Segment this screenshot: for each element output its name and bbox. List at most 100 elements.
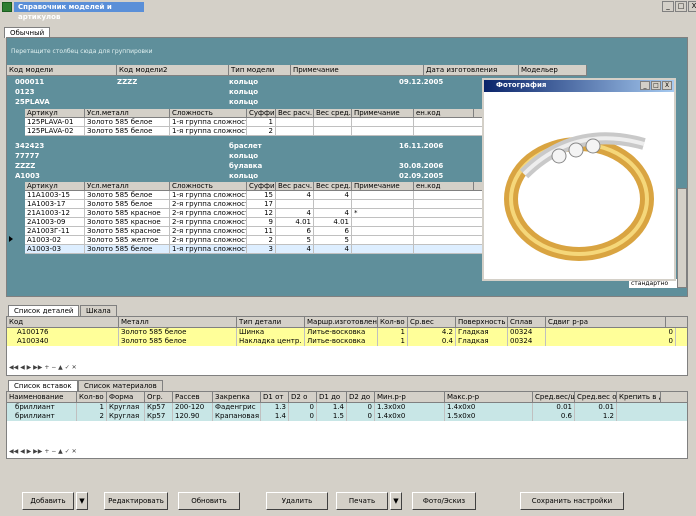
col-size-shift[interactable]: Сдвиг р-ра [546, 317, 666, 327]
tab-inserts-list[interactable]: Список вставок [8, 380, 78, 391]
sub-grid-1: Артикул Усл.металл Сложность Суффикс Вес… [25, 109, 485, 136]
row-indicator-icon [9, 236, 13, 242]
table-row[interactable]: бриллиант 2 Круглая Кр57 120.90 Крапановая 1.4… [7, 412, 687, 421]
save-settings-button[interactable]: Сохранить настройки [520, 492, 624, 510]
table-row[interactable]: A100176 Золото 585 белое Шинка Литье-восков… [7, 328, 687, 337]
group-row[interactable]: ZZZZ булавка 30.08.2006 [15, 161, 485, 171]
maximize-button[interactable]: □ [675, 1, 687, 12]
col-complexity[interactable]: Сложность [170, 182, 247, 190]
col-sub-note[interactable]: Примечание [352, 182, 414, 190]
print-dropdown-button[interactable]: ▼ [390, 492, 402, 510]
col-setting[interactable]: Закрепка [213, 392, 261, 402]
tab-details-list[interactable]: Список деталей [8, 305, 80, 316]
group-row[interactable]: 77777 кольцо [15, 151, 485, 161]
details-navigator[interactable]: ◀◀ ◀ ▶ ▶▶ + − ▲ ✓ ✕ [9, 364, 77, 371]
col-weight-avg[interactable]: Вес сред. [314, 109, 352, 117]
col-d1-to[interactable]: D1 до [317, 392, 347, 402]
col-model-code2[interactable]: Код модели2 [117, 65, 229, 75]
col-note[interactable]: Примечание [291, 65, 424, 75]
col-cut[interactable]: Огр. [145, 392, 173, 402]
col-suffix[interactable]: Суффикс [247, 182, 276, 190]
edit-button[interactable]: Редактировать [104, 492, 168, 510]
delete-button[interactable]: Удалить [266, 492, 328, 510]
col-qty[interactable]: Кол-во [378, 317, 408, 327]
photo-sketch-button[interactable]: Фото/Эскиз [412, 492, 476, 510]
photo-minimize-button[interactable]: _ [640, 81, 650, 90]
group-row[interactable]: 000011 ZZZZ кольцо 09.12.2005 [15, 77, 485, 87]
details-grid: Код Металл Тип детали Маршр.изготовления… [6, 316, 688, 376]
col-date[interactable]: Дата изготовления [424, 65, 519, 75]
col-d1-from[interactable]: D1 от [261, 392, 289, 402]
group-panel-hint: Перетащите столбец сюда для группировки [11, 48, 153, 55]
app-icon [2, 2, 12, 12]
window-title: Справочник моделей и артикулов [14, 2, 144, 21]
col-surface[interactable]: Поверхность [456, 317, 508, 327]
col-article[interactable]: Артикул [25, 182, 85, 190]
col-d2-from[interactable]: D2 о [289, 392, 317, 402]
table-row[interactable]: 2A1003Г-11 Золото 585 красное 2-я группа с… [25, 227, 485, 236]
table-row[interactable]: 2A1003-09 Золото 585 красное 2-я группа сл… [25, 218, 485, 227]
group-row[interactable]: 25PLAVA кольцо [15, 97, 485, 107]
col-complexity[interactable]: Сложность [170, 109, 247, 117]
col-avg-weight[interactable]: Ср.вес [408, 317, 456, 327]
col-article[interactable]: Артикул [25, 109, 85, 117]
close-button[interactable]: X [688, 1, 696, 12]
col-form[interactable]: Форма [107, 392, 145, 402]
photo-window[interactable]: Фотография _ □ X [482, 78, 676, 281]
col-metal[interactable]: Усл.металл [85, 109, 170, 117]
col-weight-calc[interactable]: Вес расч. [276, 109, 314, 117]
col-weight-avg[interactable]: Вес сред. [314, 182, 352, 190]
add-dropdown-button[interactable]: ▼ [76, 492, 88, 510]
group-row[interactable]: 342423 браслет 16.11.2006 [15, 141, 485, 151]
table-row[interactable]: A1003-03 Золото 585 белое 1-я группа сложн… [25, 245, 485, 254]
col-metal[interactable]: Металл [119, 317, 237, 327]
col-sieve[interactable]: Рассев [173, 392, 213, 402]
table-row[interactable]: 125PLAVA-02 Золото 585 белое 1-я группа сл… [25, 127, 485, 136]
col-alloy[interactable]: Сплав [508, 317, 546, 327]
photo-window-title: Фотография [496, 81, 547, 89]
table-row[interactable]: 125PLAVA-01 Золото 585 белое 1-я группа сл… [25, 118, 485, 127]
col-designer[interactable]: Модельер [519, 65, 587, 75]
col-metal[interactable]: Усл.металл [85, 182, 170, 190]
minimize-button[interactable]: _ [662, 1, 674, 12]
table-row[interactable]: A100340 Золото 585 белое Накладка центр. Ли… [7, 337, 687, 346]
col-unit-code[interactable]: ен.код [414, 109, 474, 117]
col-name[interactable]: Наименование [7, 392, 77, 402]
col-max-size[interactable]: Макс.р-р [445, 392, 533, 402]
group-row[interactable]: A1003 кольцо 02.09.2005 [15, 171, 485, 181]
photo-close-button[interactable]: X [662, 81, 672, 90]
col-unit-code[interactable]: ен.код [414, 182, 474, 190]
main-grid-header: Код модели Код модели2 Тип модели Примеч… [7, 65, 587, 76]
vertical-scrollbar[interactable] [677, 188, 687, 288]
inserts-navigator[interactable]: ◀◀ ◀ ▶ ▶▶ + − ▲ ✓ ✕ [9, 448, 77, 455]
col-weight-calc[interactable]: Вес расч. [276, 182, 314, 190]
col-qty[interactable]: Кол-во [77, 392, 107, 402]
tab-scale[interactable]: Шкала [80, 305, 117, 316]
add-button[interactable]: Добавить [22, 492, 74, 510]
sub-grid-2: Артикул Усл.металл Сложность Суффикс Вес… [25, 182, 485, 254]
table-row[interactable]: 21A1003-12 Золото 585 красное 2-я группа с… [25, 209, 485, 218]
table-row[interactable]: A1003-02 Золото 585 желтое 2-я группа слож… [25, 236, 485, 245]
inserts-grid: Наименование Кол-во Форма Огр. Рассев За… [6, 391, 688, 459]
col-min-size[interactable]: Мин.р-р [375, 392, 445, 402]
tab-materials-list[interactable]: Список материалов [78, 380, 163, 391]
col-suffix[interactable]: Суффикс [247, 109, 276, 117]
refresh-button[interactable]: Обновить [178, 492, 240, 510]
col-model-type[interactable]: Тип модели [229, 65, 291, 75]
print-button[interactable]: Печать [336, 492, 388, 510]
table-row[interactable]: 11A1003-15 Золото 585 белое 1-я группа сло… [25, 191, 485, 200]
col-d2-to[interactable]: D2 до [347, 392, 375, 402]
group-row[interactable]: 0123 кольцо [15, 87, 485, 97]
col-model-code[interactable]: Код модели [7, 65, 117, 75]
col-avg-weight-pc[interactable]: Сред.вес/ш [533, 392, 575, 402]
col-sub-note[interactable]: Примечание [352, 109, 414, 117]
col-attach[interactable]: Крепить в д [617, 392, 661, 402]
col-route[interactable]: Маршр.изготовления [305, 317, 378, 327]
table-row[interactable]: бриллиант 1 Круглая Кр57 200-120 Фаденгрис 1.3… [7, 403, 687, 412]
table-row[interactable]: 1A1003-17 Золото 585 белое 2-я группа слож… [25, 200, 485, 209]
col-avg-weight-total[interactable]: Сред.вес общ [575, 392, 617, 402]
col-code[interactable]: Код [7, 317, 119, 327]
title-bar: Справочник моделей и артикулов _ □ X [0, 0, 696, 21]
col-part-type[interactable]: Тип детали [237, 317, 305, 327]
photo-maximize-button[interactable]: □ [651, 81, 661, 90]
